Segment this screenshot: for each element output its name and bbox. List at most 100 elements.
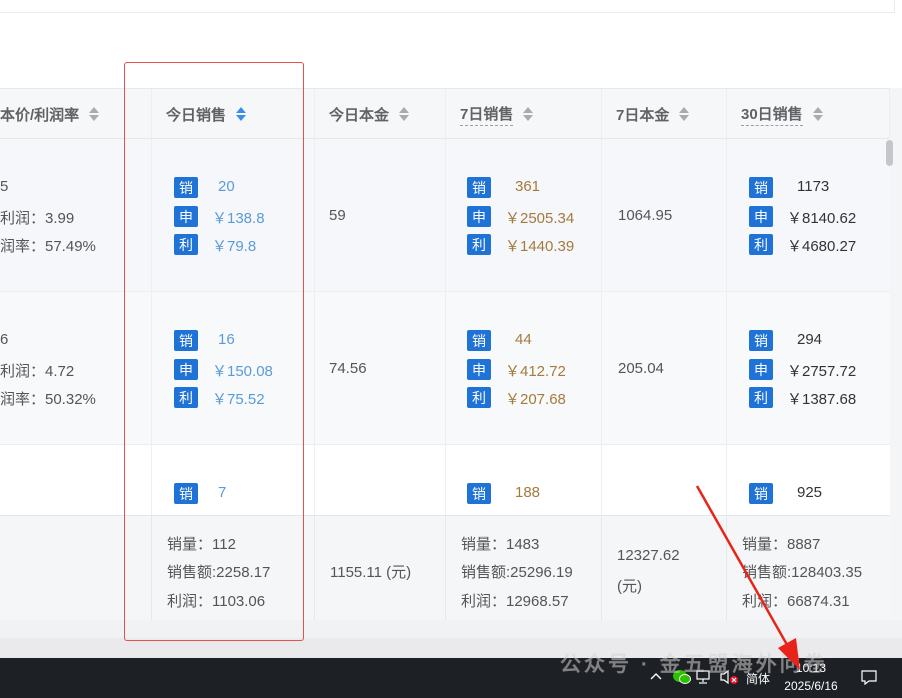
column-header-label: 30日销售 (741, 103, 803, 126)
summary-profit: 利润：66874.31 (742, 593, 850, 610)
sales-tag: 销 (749, 483, 773, 504)
sales-profit: ￥1440.39 (505, 238, 575, 255)
column-header-today-cost[interactable]: 今日本金 (315, 89, 446, 139)
sales-qty: 925 (797, 484, 823, 501)
summary-30d-sales: 销量：8887 销售额:128403.35 利润：66874.31 (727, 516, 890, 620)
table-row: 6 利润：4.72 润率：50.32% 销 16 申 ￥150.08 利 ￥75… (0, 292, 890, 445)
sales-tag: 销 (174, 483, 198, 504)
amount-tag: 申 (467, 206, 491, 227)
7d-sales-cell: 销 361 申 ￥2505.34 利 ￥1440.39 (446, 139, 602, 291)
today-sales-cell: 销 20 申 ￥138.8 利 ￥79.8 (152, 139, 315, 291)
table-header: 本价/利润率 今日销售 今日本金 7日销售 7日本金 30日销售 (0, 88, 890, 139)
7d-sales-cell: 销 44 申 ￥412.72 利 ￥207.68 (446, 292, 602, 444)
sales-qty: 188 (515, 484, 541, 501)
sales-qty: 44 (515, 331, 532, 348)
today-cost-cell: 59 (315, 139, 446, 291)
column-header-cost-profit[interactable]: 本价/利润率 (0, 89, 152, 139)
cost-profit-cell (0, 445, 152, 515)
column-header-today-sales[interactable]: 今日销售 (152, 89, 315, 139)
cost-profit-cell: 5 利润：3.99 润率：57.49% (0, 139, 152, 291)
sales-profit: ￥207.68 (505, 391, 566, 408)
page: 本价/利润率 今日销售 今日本金 7日销售 7日本金 30日销售 5 利润：3.… (0, 0, 902, 698)
column-header-7d-sales[interactable]: 7日销售 (446, 89, 602, 139)
amount-tag: 申 (467, 359, 491, 380)
sales-profit: ￥4680.27 (787, 238, 857, 255)
sort-icon-active[interactable] (236, 106, 247, 122)
sales-amount: ￥2757.72 (787, 363, 857, 380)
clock-date: 2025/6/16 (784, 679, 838, 693)
sales-tag: 销 (467, 330, 491, 351)
30d-sales-cell: 销 294 申 ￥2757.72 利 ￥1387.68 (727, 292, 890, 444)
sort-icon[interactable] (679, 106, 690, 122)
summary-cost-value: 1155.11 (元) (330, 564, 412, 581)
sort-icon[interactable] (523, 106, 534, 122)
cost-value: 5 (0, 178, 9, 195)
summary-7d-sales: 销量：1483 销售额:25296.19 利润：12968.57 (446, 516, 602, 620)
today-sales-cell: 销 7 (152, 445, 315, 515)
column-header-label: 7日本金 (616, 106, 670, 124)
table-row: 销 7 销 188 销 925 (0, 445, 890, 515)
notification-icon[interactable] (860, 668, 878, 689)
column-header-7d-cost[interactable]: 7日本金 (602, 89, 727, 139)
watermark: 公众号 · 金五盟海外问卷 (560, 653, 828, 676)
sales-tag: 销 (174, 330, 198, 351)
summary-profit: 利润：1103.06 (167, 593, 266, 610)
amount-tag: 申 (174, 359, 198, 380)
sales-qty: 20 (218, 178, 235, 195)
sales-profit: ￥79.8 (212, 238, 257, 255)
profit-rate-value: 润率：50.32% (0, 391, 96, 408)
summary-qty: 销量：8887 (742, 536, 821, 553)
vertical-scrollbar[interactable] (886, 140, 893, 166)
profit-tag: 利 (749, 387, 773, 408)
summary-amount: 销售额:2258.17 (167, 564, 271, 581)
profit-tag: 利 (174, 387, 198, 408)
sales-amount: ￥8140.62 (787, 210, 857, 227)
profit-tag: 利 (467, 387, 491, 408)
summary-amount: 销售额:128403.35 (742, 564, 863, 581)
profit-rate-value: 润率：57.49% (0, 238, 96, 255)
column-header-label: 本价/利润率 (0, 106, 80, 124)
summary-today-cost: 1155.11 (元) (315, 516, 446, 620)
divider (894, 0, 895, 12)
summary-profit: 利润：12968.57 (461, 593, 569, 610)
today-sales-cell: 销 16 申 ￥150.08 利 ￥75.52 (152, 292, 315, 444)
profit-tag: 利 (174, 234, 198, 255)
table-row: 5 利润：3.99 润率：57.49% 销 20 申 ￥138.8 利 ￥79.… (0, 139, 890, 292)
top-card (0, 0, 902, 88)
profit-value: 利润：3.99 (0, 210, 75, 227)
profit-tag: 利 (749, 234, 773, 255)
profit-tag: 利 (467, 234, 491, 255)
summary-cell (0, 516, 152, 620)
today-cost-value: 74.56 (329, 360, 367, 377)
summary-cost-value: 12327.62 (617, 547, 680, 564)
summary-today-sales: 销量：112 销售额:2258.17 利润：1103.06 (152, 516, 315, 620)
sales-profit: ￥1387.68 (787, 391, 857, 408)
7d-cost-value: 205.04 (618, 360, 664, 377)
summary-qty: 销量：1483 (461, 536, 540, 553)
sort-icon[interactable] (399, 106, 410, 122)
sales-tag: 销 (174, 177, 198, 198)
sales-tag: 销 (467, 483, 491, 504)
today-cost-cell: 74.56 (315, 292, 446, 444)
sales-qty: 16 (218, 331, 235, 348)
summary-cost-unit: (元) (617, 578, 642, 595)
sales-profit: ￥75.52 (212, 391, 265, 408)
sort-icon[interactable] (812, 106, 823, 122)
sort-icon[interactable] (89, 106, 100, 122)
table-summary-row: 销量：112 销售额:2258.17 利润：1103.06 1155.11 (元… (0, 515, 890, 620)
7d-sales-cell: 销 188 (446, 445, 602, 515)
cost-value: 6 (0, 331, 9, 348)
amount-tag: 申 (749, 206, 773, 227)
sales-amount: ￥412.72 (505, 363, 566, 380)
summary-7d-cost: 12327.62 (元) (602, 516, 727, 620)
sales-qty: 7 (218, 484, 227, 501)
column-header-label: 今日本金 (329, 106, 390, 124)
sales-qty: 1173 (797, 178, 830, 195)
sales-tag: 销 (467, 177, 491, 198)
sales-tag: 销 (749, 330, 773, 351)
profit-value: 利润：4.72 (0, 363, 75, 380)
column-header-30d-sales[interactable]: 30日销售 (727, 89, 890, 139)
amount-tag: 申 (749, 359, 773, 380)
today-cost-cell (315, 445, 446, 515)
summary-amount: 销售额:25296.19 (461, 564, 573, 581)
